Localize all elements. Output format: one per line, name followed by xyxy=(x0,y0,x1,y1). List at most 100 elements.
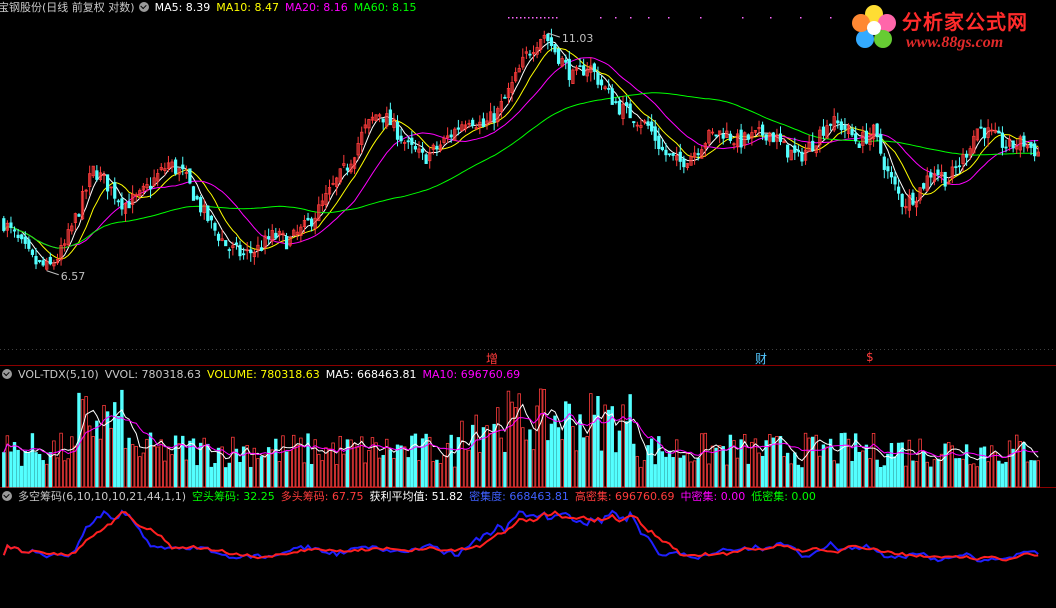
volume-bar xyxy=(703,432,708,488)
volume-bar xyxy=(864,444,869,488)
candle-body xyxy=(9,222,13,228)
volume-bar xyxy=(91,436,95,488)
settings-circle-icon[interactable] xyxy=(138,2,149,12)
volume-bar xyxy=(624,421,629,488)
candle-body xyxy=(345,167,350,171)
vol-ma5-value: MA5: 668463.81 xyxy=(325,368,417,381)
volume-bar xyxy=(528,429,532,488)
candle-body xyxy=(120,198,124,210)
settings-circle-icon[interactable] xyxy=(2,491,12,501)
candle-body xyxy=(238,244,242,257)
volume-bar xyxy=(234,448,239,488)
candle-body xyxy=(195,195,199,200)
candle-body xyxy=(23,236,27,244)
candle-body xyxy=(116,200,120,203)
volume-bar xyxy=(556,427,561,488)
candle-body xyxy=(614,101,618,103)
site-logo: 分析家公式网 www.88gs.com xyxy=(848,2,1052,56)
candle-body xyxy=(864,130,869,144)
volume-bar xyxy=(338,435,342,488)
candle-body xyxy=(127,201,131,209)
chip-chart[interactable] xyxy=(0,489,1056,608)
candle-body xyxy=(30,249,35,255)
volume-bar xyxy=(492,423,496,488)
candle-body xyxy=(95,170,99,180)
marker-dollar[interactable]: $ xyxy=(866,350,874,364)
candle-body xyxy=(173,159,178,174)
volume-bar xyxy=(363,462,367,488)
signal-dot xyxy=(552,17,554,19)
candle-body xyxy=(854,133,858,142)
candle-body xyxy=(667,153,672,156)
candle-body xyxy=(420,148,425,153)
candle-body xyxy=(1011,140,1015,149)
candle-body xyxy=(721,134,725,139)
volume-bar xyxy=(152,446,156,488)
volume-bar xyxy=(109,427,113,488)
volume-bar xyxy=(599,450,604,488)
chip-pane[interactable]: 多空筹码(6,10,10,10,21,44,1,1) 空头筹码: 32.25 多头筹… xyxy=(0,489,1056,608)
mid-density-value: 中密集: 0.00 xyxy=(680,490,746,503)
volume-bar xyxy=(48,452,53,488)
volume-bar xyxy=(574,450,579,488)
volume-bar xyxy=(700,433,704,488)
candle-body xyxy=(696,153,700,156)
candle-body xyxy=(796,149,800,152)
candle-body xyxy=(34,256,38,265)
marker-cai[interactable]: 财 xyxy=(755,350,767,367)
candle-body xyxy=(943,171,947,187)
signal-dot xyxy=(544,17,546,19)
volume-bar xyxy=(961,458,965,488)
volume-pane[interactable]: VOL-TDX(5,10) VVOL: 780318.63 VOLUME: 7803… xyxy=(0,367,1056,488)
volume-bar xyxy=(87,425,92,488)
volume-bar xyxy=(453,466,457,488)
volume-bar xyxy=(925,461,929,488)
volume-bar xyxy=(73,445,78,488)
volume-chart[interactable] xyxy=(0,367,1056,488)
volume-bar xyxy=(213,463,217,488)
candle-body xyxy=(413,146,418,150)
volume-bar xyxy=(538,388,543,488)
volume-bar xyxy=(678,457,682,488)
volume-bar xyxy=(30,433,35,488)
volume-bar xyxy=(836,463,840,488)
volume-bar xyxy=(664,456,668,488)
volume-bar xyxy=(249,466,253,488)
volume-bar xyxy=(660,451,665,488)
candle-body xyxy=(839,121,843,131)
volume-bar xyxy=(302,462,307,488)
volume-bar xyxy=(413,433,418,488)
volume-bar xyxy=(757,452,761,488)
volume-bar xyxy=(549,423,554,488)
volume-bar xyxy=(120,389,124,488)
volume-bar xyxy=(632,443,636,488)
volume-bar xyxy=(295,444,299,488)
volume-bar xyxy=(159,439,163,488)
settings-circle-icon[interactable] xyxy=(2,369,12,379)
volume-bar xyxy=(327,448,332,488)
volume-bar xyxy=(918,438,922,488)
candle-body xyxy=(310,218,314,227)
signal-dot xyxy=(512,17,514,19)
volume-bar xyxy=(542,389,546,488)
candle-body xyxy=(27,239,31,249)
volume-bar xyxy=(1029,460,1033,488)
marker-zeng[interactable]: 增 xyxy=(486,350,498,367)
signal-dot xyxy=(700,17,702,19)
low-label: 6.57 xyxy=(61,270,86,283)
volume-bar xyxy=(402,446,407,488)
volume-bar xyxy=(206,443,210,488)
volume-bar xyxy=(707,463,711,488)
volume-bar xyxy=(964,444,969,488)
candle-body xyxy=(982,127,987,139)
density-value: 密集度: 668463.81 xyxy=(469,490,569,503)
volume-bar xyxy=(692,460,697,488)
volume-bar xyxy=(907,439,912,488)
volume-bar xyxy=(531,449,536,488)
candle-body xyxy=(671,153,675,156)
volume-bar xyxy=(882,465,886,488)
volume-bar xyxy=(879,466,883,488)
signal-dot xyxy=(770,17,772,19)
volume-bar xyxy=(95,420,99,488)
candle-body xyxy=(191,186,196,201)
